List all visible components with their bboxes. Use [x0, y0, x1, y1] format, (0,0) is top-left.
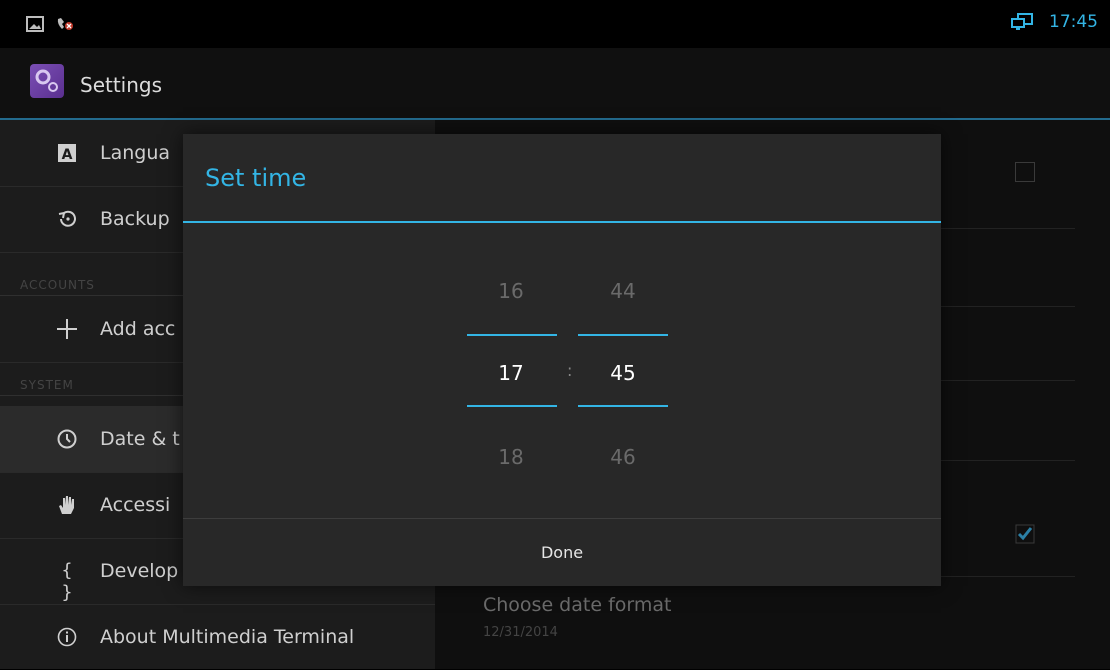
hour-next-value[interactable]: 18 [466, 445, 556, 469]
settings-item-label: Date & t [100, 428, 180, 450]
braces-icon: { } [61, 560, 73, 603]
choose-date-format-value: 12/31/2014 [483, 625, 558, 640]
hand-icon [56, 494, 78, 516]
status-right: 17:45 [1009, 12, 1098, 32]
hour-selector-top-line [467, 334, 557, 336]
gallery-notification-icon [26, 16, 44, 32]
settings-item-label: Add acc [100, 318, 176, 340]
backup-restore-icon [56, 208, 78, 230]
done-button[interactable]: Done [183, 519, 941, 586]
minute-selector-top-line [578, 334, 668, 336]
settings-item-about[interactable]: About Multimedia Terminal [0, 604, 435, 670]
call-blocked-notification-icon [57, 18, 73, 30]
settings-item-label: Langua [100, 142, 171, 164]
action-bar-title: Settings [80, 73, 163, 97]
settings-item-label: Develop [100, 560, 179, 582]
time-separator: : [567, 361, 573, 380]
minute-current-value[interactable]: 45 [578, 361, 668, 385]
set-time-dialog: Set time 16 17 18 : 44 45 46 Done [183, 134, 941, 586]
network-connected-icon [1011, 13, 1033, 30]
minute-prev-value[interactable]: 44 [578, 279, 668, 303]
24-hour-checkbox[interactable] [1015, 524, 1035, 544]
status-left-icons [26, 16, 74, 32]
hour-prev-value[interactable]: 16 [466, 279, 556, 303]
settings-item-label: Backup [100, 208, 170, 230]
info-icon [56, 626, 78, 648]
hour-selector-bottom-line [467, 405, 557, 407]
settings-app-icon[interactable] [30, 64, 64, 98]
clock-icon [56, 428, 78, 450]
hour-current-value[interactable]: 17 [466, 361, 556, 385]
svg-text:A: A [62, 147, 73, 163]
minute-next-value[interactable]: 46 [578, 445, 668, 469]
add-icon [56, 318, 78, 340]
language-icon: A [56, 142, 78, 164]
choose-date-format-title: Choose date format [483, 594, 672, 616]
status-bar: 17:45 [0, 0, 1110, 48]
settings-item-label: About Multimedia Terminal [100, 626, 355, 648]
gear-icon [35, 69, 58, 92]
dialog-title-divider [183, 221, 941, 223]
minute-selector-bottom-line [578, 405, 668, 407]
status-time: 17:45 [1049, 12, 1098, 32]
dialog-title: Set time [205, 164, 307, 192]
checkmark-icon [1015, 524, 1035, 544]
action-bar: Settings [0, 48, 1110, 120]
auto-date-checkbox[interactable] [1015, 162, 1035, 182]
settings-item-label: Accessi [100, 494, 171, 516]
